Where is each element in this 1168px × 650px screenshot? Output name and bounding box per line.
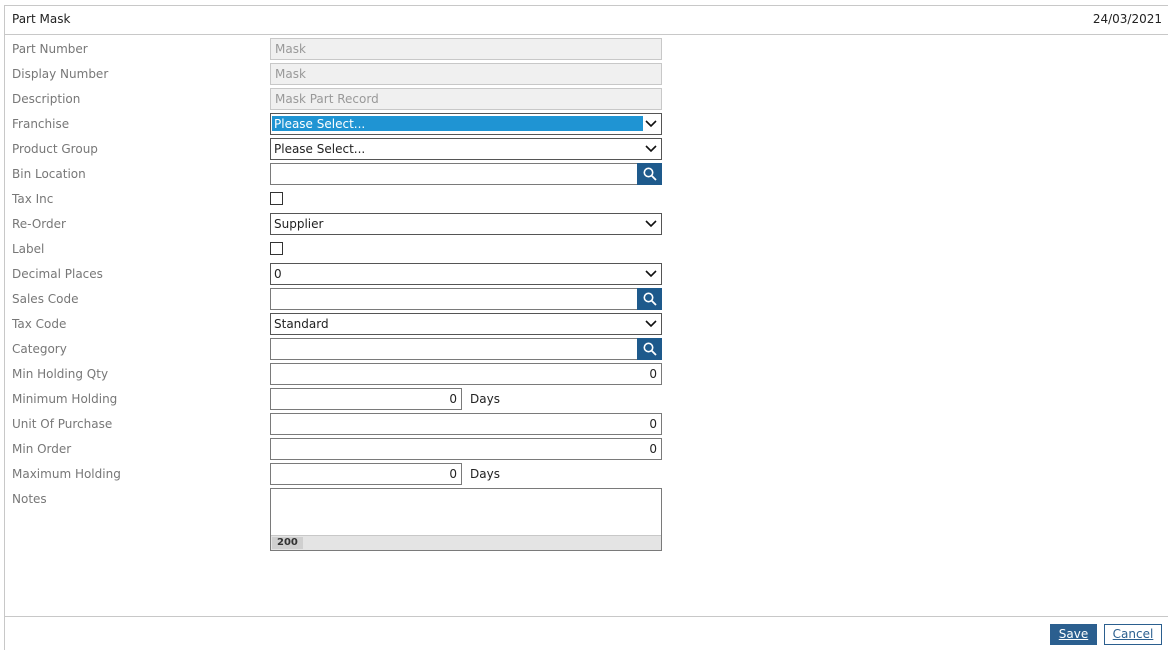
re-order-label: Re-Order: [12, 217, 66, 231]
category-input[interactable]: [270, 338, 662, 360]
category-label: Category: [12, 342, 67, 356]
decimal-places-value: 0: [274, 267, 282, 281]
product-group-label: Product Group: [12, 142, 98, 156]
min-holding-qty-input[interactable]: 0: [270, 363, 662, 385]
row-tax-inc: Tax Inc: [0, 188, 1168, 210]
product-group-select[interactable]: Please Select...: [270, 138, 662, 160]
label-checkbox[interactable]: [270, 242, 283, 255]
row-label: Label: [0, 238, 1168, 260]
row-franchise: Franchise Please Select...: [0, 113, 1168, 135]
header-date: 24/03/2021: [1092, 12, 1162, 26]
row-description: Description Mask Part Record: [0, 88, 1168, 110]
row-decimal-places: Decimal Places 0: [0, 263, 1168, 285]
notes-label: Notes: [12, 492, 47, 506]
notes-char-counter: 200: [272, 537, 303, 549]
tax-inc-checkbox[interactable]: [270, 192, 283, 205]
row-product-group: Product Group Please Select...: [0, 138, 1168, 160]
maximum-holding-unit: Days: [470, 467, 500, 481]
row-unit-of-purchase: Unit Of Purchase 0: [0, 413, 1168, 435]
row-bin-location: Bin Location: [0, 163, 1168, 185]
row-display-number: Display Number Mask: [0, 63, 1168, 85]
sales-code-lookup-button[interactable]: [637, 288, 662, 310]
description-field: Mask Part Record: [270, 88, 662, 110]
row-minimum-holding: Minimum Holding 0 Days: [0, 388, 1168, 410]
display-number-label: Display Number: [12, 67, 109, 81]
chevron-down-icon: [645, 120, 657, 128]
franchise-value: Please Select...: [274, 117, 366, 131]
search-icon: [643, 167, 657, 181]
franchise-label: Franchise: [12, 117, 70, 131]
row-min-order: Min Order 0: [0, 438, 1168, 460]
maximum-holding-label: Maximum Holding: [12, 467, 121, 481]
min-order-input[interactable]: 0: [270, 438, 662, 460]
row-part-number: Part Number Mask: [0, 38, 1168, 60]
row-maximum-holding: Maximum Holding 0 Days: [0, 463, 1168, 485]
sales-code-input[interactable]: [270, 288, 662, 310]
bin-location-lookup-button[interactable]: [637, 163, 662, 185]
decimal-places-label: Decimal Places: [12, 267, 103, 281]
maximum-holding-input[interactable]: 0: [270, 463, 462, 485]
save-button[interactable]: Save: [1050, 624, 1097, 645]
tax-code-value: Standard: [274, 317, 329, 331]
unit-of-purchase-label: Unit Of Purchase: [12, 417, 113, 431]
min-holding-qty-label: Min Holding Qty: [12, 367, 109, 381]
title-bar: Part Mask 24/03/2021: [4, 5, 1168, 35]
sales-code-label: Sales Code: [12, 292, 79, 306]
minimum-holding-unit: Days: [470, 392, 500, 406]
category-lookup-button[interactable]: [637, 338, 662, 360]
footer-bar: [4, 616, 1168, 650]
chevron-down-icon: [645, 220, 657, 228]
label-label: Label: [12, 242, 45, 256]
chevron-down-icon: [645, 145, 657, 153]
cancel-button[interactable]: Cancel: [1104, 624, 1162, 645]
part-number-label: Part Number: [12, 42, 88, 56]
row-re-order: Re-Order Supplier: [0, 213, 1168, 235]
tax-code-label: Tax Code: [12, 317, 67, 331]
minimum-holding-label: Minimum Holding: [12, 392, 118, 406]
search-icon: [643, 292, 657, 306]
page-title: Part Mask: [12, 12, 71, 26]
notes-textarea[interactable]: 200: [270, 488, 662, 551]
decimal-places-select[interactable]: 0: [270, 263, 662, 285]
description-label: Description: [12, 92, 81, 106]
row-tax-code: Tax Code Standard: [0, 313, 1168, 335]
min-order-label: Min Order: [12, 442, 72, 456]
re-order-value: Supplier: [274, 217, 324, 231]
row-sales-code: Sales Code: [0, 288, 1168, 310]
product-group-value: Please Select...: [274, 142, 366, 156]
minimum-holding-input[interactable]: 0: [270, 388, 462, 410]
notes-counter-bar: 200: [271, 535, 661, 550]
bin-location-input[interactable]: [270, 163, 662, 185]
chevron-down-icon: [645, 270, 657, 278]
chevron-down-icon: [645, 320, 657, 328]
franchise-select[interactable]: Please Select...: [270, 113, 662, 135]
re-order-select[interactable]: Supplier: [270, 213, 662, 235]
tax-code-select[interactable]: Standard: [270, 313, 662, 335]
unit-of-purchase-input[interactable]: 0: [270, 413, 662, 435]
row-category: Category: [0, 338, 1168, 360]
search-icon: [643, 342, 657, 356]
display-number-field: Mask: [270, 63, 662, 85]
tax-inc-label: Tax Inc: [12, 192, 54, 206]
bin-location-label: Bin Location: [12, 167, 86, 181]
row-min-holding-qty: Min Holding Qty 0: [0, 363, 1168, 385]
part-number-field: Mask: [270, 38, 662, 60]
